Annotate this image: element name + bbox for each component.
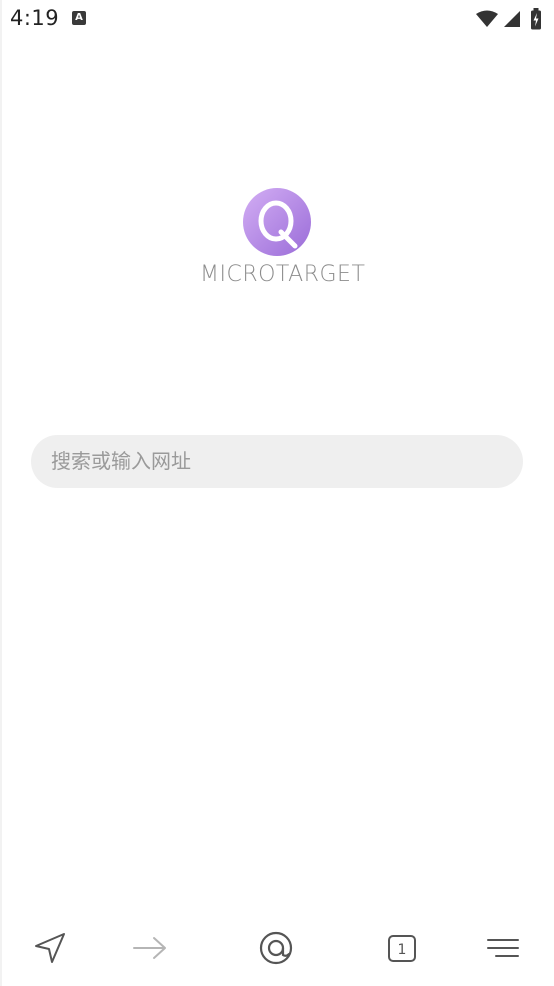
logo-q-icon: [243, 188, 311, 256]
tabs-icon: 1: [388, 935, 416, 962]
notification-letter: A: [75, 12, 83, 23]
navigate-button[interactable]: [22, 918, 78, 978]
tabs-button[interactable]: 1: [374, 918, 430, 978]
home-button[interactable]: [248, 918, 304, 978]
brand-name: MICROTARGET: [200, 262, 366, 287]
notification-a-icon: A: [72, 11, 86, 25]
left-edge: [0, 0, 2, 986]
signal-icon: [504, 11, 520, 27]
browser-home-screen: 4:19 A MICROTARGET 搜索或输入网址 1: [0, 0, 554, 986]
search-input[interactable]: 搜索或输入网址: [31, 435, 523, 488]
menu-button[interactable]: [475, 918, 531, 978]
forward-button[interactable]: [122, 918, 178, 978]
navigate-icon: [35, 933, 65, 963]
menu-icon: [487, 939, 519, 957]
forward-arrow-icon: [133, 937, 166, 959]
wifi-icon: [476, 10, 498, 27]
battery-charging-icon: [531, 8, 541, 30]
status-time: 4:19: [10, 6, 60, 30]
search-placeholder: 搜索或输入网址: [51, 449, 191, 473]
home-at-icon: [259, 931, 293, 965]
status-bar: 4:19 A: [0, 0, 554, 38]
tab-count: 1: [398, 942, 407, 958]
bottom-toolbar: 1: [0, 918, 554, 980]
microtarget-logo: MICROTARGET: [200, 188, 366, 288]
